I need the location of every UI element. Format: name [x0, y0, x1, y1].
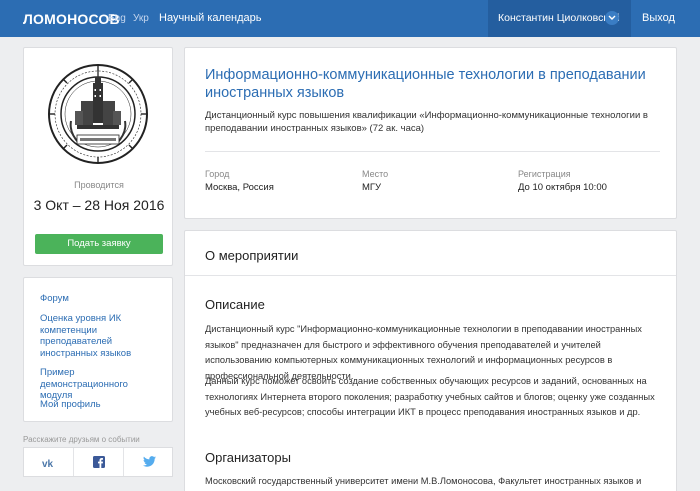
share-facebook-button[interactable] [74, 448, 124, 476]
user-name: Константин Циолковский [498, 12, 620, 24]
facebook-icon [93, 456, 105, 468]
event-info-card: Информационно-коммуникационные технологи… [184, 47, 677, 219]
divider [185, 275, 676, 276]
city-label: Город [205, 169, 230, 179]
nav-calendar-link[interactable]: Научный календарь [159, 12, 262, 24]
description-paragraph-2: Данный курс поможет освоить создание соб… [205, 376, 655, 417]
brand-logo[interactable]: ЛОМОНОСОВ [23, 11, 120, 27]
organizers-text: Московский государственный университет и… [205, 476, 642, 486]
svg-text:vk: vk [42, 459, 54, 469]
vk-icon: vk [42, 459, 54, 469]
event-subtitle: Дистанционный курс повышения квалификаци… [205, 110, 648, 134]
about-card: О мероприятии Описание Дистанционный кур… [184, 230, 677, 491]
user-menu[interactable]: Константин Циолковский [488, 0, 631, 37]
share-twitter-button[interactable] [124, 448, 174, 476]
share-buttons: vk [23, 447, 173, 477]
share-vk-button[interactable]: vk [24, 448, 74, 476]
event-links-card: Форум Оценка уровня ИК компетенции препо… [23, 277, 173, 422]
link-demo-module[interactable]: Пример демонстрационного модуля [40, 367, 160, 402]
link-ict-assessment[interactable]: Оценка уровня ИК компетенции преподавате… [40, 313, 160, 359]
registration-label: Регистрация [518, 169, 571, 179]
description-heading: Описание [205, 297, 265, 312]
twitter-icon [143, 456, 156, 467]
event-title: Информационно-коммуникационные технологи… [205, 67, 646, 101]
organizers-heading: Организаторы [205, 450, 291, 465]
logout-label: Выход [642, 12, 675, 24]
event-dates: 3 Окт – 28 Ноя 2016 [33, 197, 165, 213]
top-navbar: ЛОМОНОСОВ Eng Укр Научный календарь Конс… [0, 0, 700, 37]
place-label: Место [362, 169, 389, 179]
apply-button[interactable]: Подать заявку [35, 234, 163, 254]
link-my-profile[interactable]: Мой профиль [40, 399, 160, 411]
lang-eng-link[interactable]: Eng [108, 13, 126, 24]
logout-button[interactable]: Выход [632, 0, 700, 37]
chevron-down-icon[interactable] [605, 11, 619, 25]
faculty-emblem-icon [48, 64, 148, 164]
event-summary-card: Проводится 3 Окт – 28 Ноя 2016 Подать за… [23, 47, 173, 266]
place-value: МГУ [362, 182, 382, 193]
held-label: Проводится [74, 180, 124, 190]
lang-ukr-link[interactable]: Укр [133, 13, 149, 24]
registration-value: До 10 октября 10:00 [518, 182, 607, 193]
about-heading: О мероприятии [205, 248, 299, 263]
city-value: Москва, Россия [205, 182, 274, 193]
divider [205, 151, 660, 152]
share-label: Расскажите друзьям о событии [23, 435, 140, 444]
link-forum[interactable]: Форум [40, 293, 160, 305]
